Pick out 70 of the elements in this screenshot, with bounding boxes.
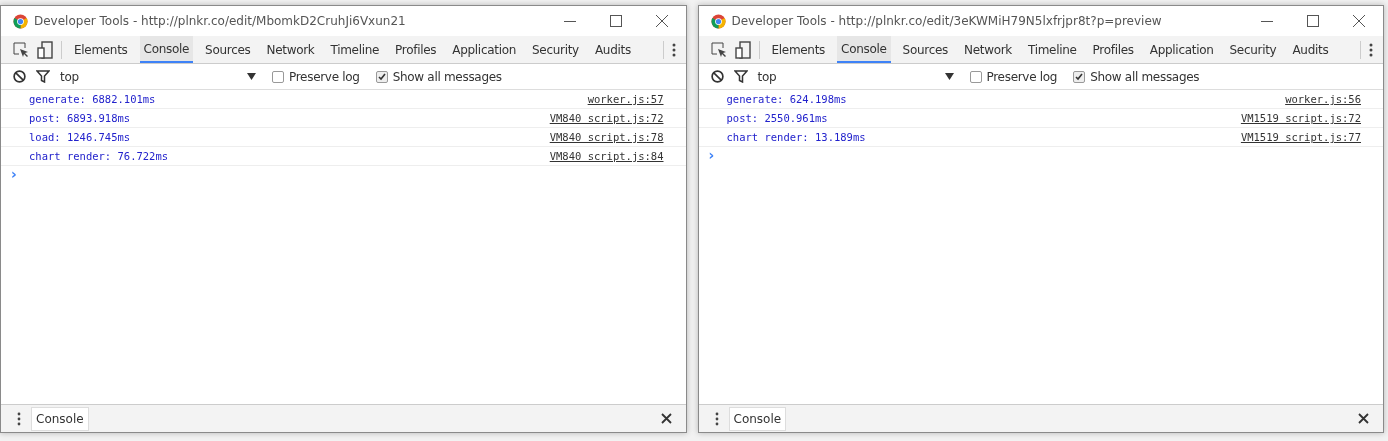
window-title: Developer Tools - http://plnkr.co/edit/3eKWMiH79N5lxfrjpr8t?p=preview [731,14,1162,28]
show-all-checkbox[interactable] [1073,70,1086,83]
close-icon[interactable] [1358,413,1369,424]
filter-icon[interactable] [36,70,50,83]
browser-logo-icon [710,13,726,29]
source-link[interactable]: worker.js:57 [587,93,664,105]
maximize-icon[interactable] [1307,15,1319,27]
dropdown-arrow-icon [247,73,256,80]
panel-tab[interactable]: Profiles [391,36,441,63]
drawer-tab[interactable]: Console [31,406,89,431]
panel-tab[interactable]: Audits [590,36,635,63]
close-icon[interactable] [1353,15,1365,27]
panel-tab[interactable]: Application [448,36,521,63]
close-icon[interactable] [660,413,672,424]
panel-tab[interactable]: Security [528,36,583,63]
device-icon[interactable] [734,40,751,59]
source-link[interactable]: VM840 script.js:72 [549,112,664,124]
show-all-checkbox[interactable] [375,70,388,83]
panel-tab[interactable]: Timeline [1024,36,1081,63]
preserve-log-checkbox[interactable] [272,70,284,83]
checkbox-label: Show all messages [1090,69,1200,84]
log-message: generate: 624.198ms [726,93,847,105]
window-title: Developer Tools - http://plnkr.co/edit/MbomkD2CruhJi6Vxun21 [34,14,406,28]
source-link[interactable]: VM1519 script.js:72 [1240,112,1361,124]
log-message: load: 1246.745ms [29,131,131,143]
maximize-icon[interactable] [609,15,622,27]
browser-logo-icon [13,13,28,29]
device-icon[interactable] [37,40,53,59]
inspect-icon[interactable] [13,41,29,58]
log-message: generate: 6882.101ms [29,93,156,105]
panel-tab[interactable]: Timeline [326,36,384,63]
source-link[interactable]: VM1519 script.js:77 [1240,131,1361,143]
checkbox-label: Preserve log [986,69,1058,84]
console-prompt[interactable]: › [698,147,715,163]
checkbox-label: Show all messages [392,69,502,84]
clear-icon[interactable] [13,70,26,83]
source-link[interactable]: worker.js:56 [1285,93,1361,105]
panel-tab[interactable]: Network [262,36,319,63]
more-icon[interactable] [17,411,21,426]
source-link[interactable]: VM840 script.js:84 [549,150,664,162]
panel-tab[interactable]: Console [139,36,194,63]
panel-tab[interactable]: Sources [898,36,952,63]
inspect-icon[interactable] [710,41,727,58]
dropdown-arrow-icon [944,73,954,80]
more-icon[interactable] [671,42,676,57]
console-prompt[interactable]: › [1,166,17,182]
drawer-tab[interactable]: Console [728,406,787,431]
clear-icon[interactable] [710,70,724,83]
log-message: chart render: 13.189ms [726,131,866,143]
context-dropdown[interactable]: top [757,69,954,84]
checkbox-label: Preserve log [289,69,360,84]
context-dropdown[interactable]: top [60,69,256,84]
panel-tab[interactable]: Elements [70,36,132,63]
panel-tab[interactable]: Network [959,36,1016,63]
log-message: chart render: 76.722ms [29,150,169,162]
close-icon[interactable] [655,15,668,27]
more-icon[interactable] [714,411,719,426]
panel-tab[interactable]: Console [837,36,891,63]
panel-tab[interactable]: Application [1145,36,1218,63]
preserve-log-checkbox[interactable] [969,70,982,83]
log-message: post: 2550.961ms [726,112,828,124]
more-icon[interactable] [1369,42,1373,57]
panel-tab[interactable]: Sources [201,36,255,63]
panel-tab[interactable]: Elements [767,36,830,63]
log-message: post: 6893.918ms [29,112,131,124]
source-link[interactable]: VM840 script.js:78 [549,131,664,143]
panel-tab[interactable]: Security [1225,36,1281,63]
panel-tab[interactable]: Profiles [1088,36,1138,63]
panel-tab[interactable]: Audits [1288,36,1333,63]
filter-icon[interactable] [733,70,748,83]
